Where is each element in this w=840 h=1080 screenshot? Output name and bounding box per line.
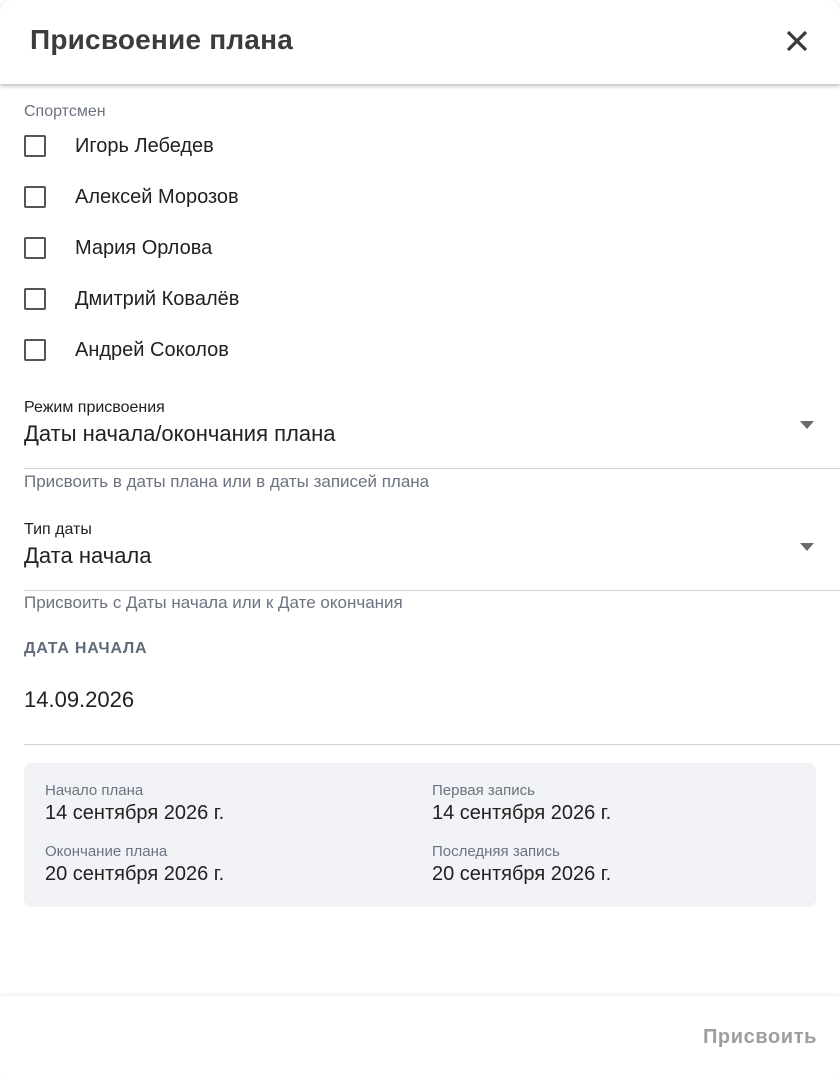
date-type-value: Дата начала [24, 543, 152, 568]
date-type-underline [24, 590, 840, 591]
plan-end-label: Окончание плана [45, 843, 168, 860]
assign-mode-value: Даты начала/окончания плана [24, 421, 336, 446]
date-type-label: Тип даты [24, 521, 92, 538]
plan-start-label: Начало плана [45, 782, 144, 799]
assign-button[interactable]: Присвоить [703, 1026, 817, 1049]
first-entry-info: Первая запись 14 сентября 2026 г. [432, 782, 611, 825]
dropdown-arrow-icon [800, 543, 814, 551]
athlete-option[interactable]: Дмитрий Ковалёв [24, 284, 239, 314]
dialog-header: Присвоение плана [0, 0, 840, 84]
athlete-name: Мария Орлова [75, 236, 213, 259]
athletes-label: Спортсмен [24, 103, 106, 120]
plan-end-value: 20 сентября 2026 г. [45, 863, 225, 885]
athlete-option[interactable]: Алексей Морозов [24, 182, 239, 212]
assign-mode-underline [24, 468, 840, 469]
plan-summary: Начало плана 14 сентября 2026 г. Первая … [24, 763, 816, 907]
athlete-option[interactable]: Андрей Соколов [24, 335, 229, 365]
assign-mode-label: Режим присвоения [24, 399, 165, 416]
athlete-name: Алексей Морозов [75, 185, 239, 208]
close-icon [786, 30, 808, 52]
athlete-checkbox[interactable] [24, 288, 46, 310]
date-type-helper: Присвоить с Даты начала или к Дате оконч… [24, 593, 403, 612]
first-entry-value: 14 сентября 2026 г. [432, 802, 612, 824]
athlete-name: Дмитрий Ковалёв [75, 287, 240, 310]
athlete-checkbox[interactable] [24, 186, 46, 208]
last-entry-info: Последняя запись 20 сентября 2026 г. [432, 843, 611, 886]
start-date-label: ДАТА НАЧАЛА [24, 640, 148, 657]
athlete-checkbox[interactable] [24, 339, 46, 361]
last-entry-label: Последняя запись [432, 843, 560, 860]
assign-mode-select[interactable]: Режим присвоения Даты начала/окончания п… [24, 399, 840, 469]
assign-mode-helper: Присвоить в даты плана или в даты записе… [24, 472, 430, 491]
athlete-option[interactable]: Игорь Лебедев [24, 131, 214, 161]
dropdown-arrow-icon [800, 421, 814, 429]
start-date-underline [24, 744, 840, 745]
dialog-title: Присвоение плана [30, 24, 293, 55]
close-button[interactable] [778, 22, 816, 60]
dialog-footer: Присвоить [0, 996, 840, 1080]
last-entry-value: 20 сентября 2026 г. [432, 863, 612, 885]
athlete-name: Андрей Соколов [75, 338, 229, 361]
first-entry-label: Первая запись [432, 782, 535, 799]
date-type-select[interactable]: Тип даты Дата начала [24, 521, 840, 591]
plan-start-info: Начало плана 14 сентября 2026 г. [45, 782, 224, 825]
start-date-input[interactable]: 14.09.2026 [24, 687, 134, 713]
plan-start-value: 14 сентября 2026 г. [45, 802, 225, 824]
athlete-checkbox[interactable] [24, 237, 46, 259]
athlete-name: Игорь Лебедев [75, 134, 214, 157]
plan-end-info: Окончание плана 20 сентября 2026 г. [45, 843, 224, 886]
athlete-checkbox[interactable] [24, 135, 46, 157]
athlete-option[interactable]: Мария Орлова [24, 233, 212, 263]
